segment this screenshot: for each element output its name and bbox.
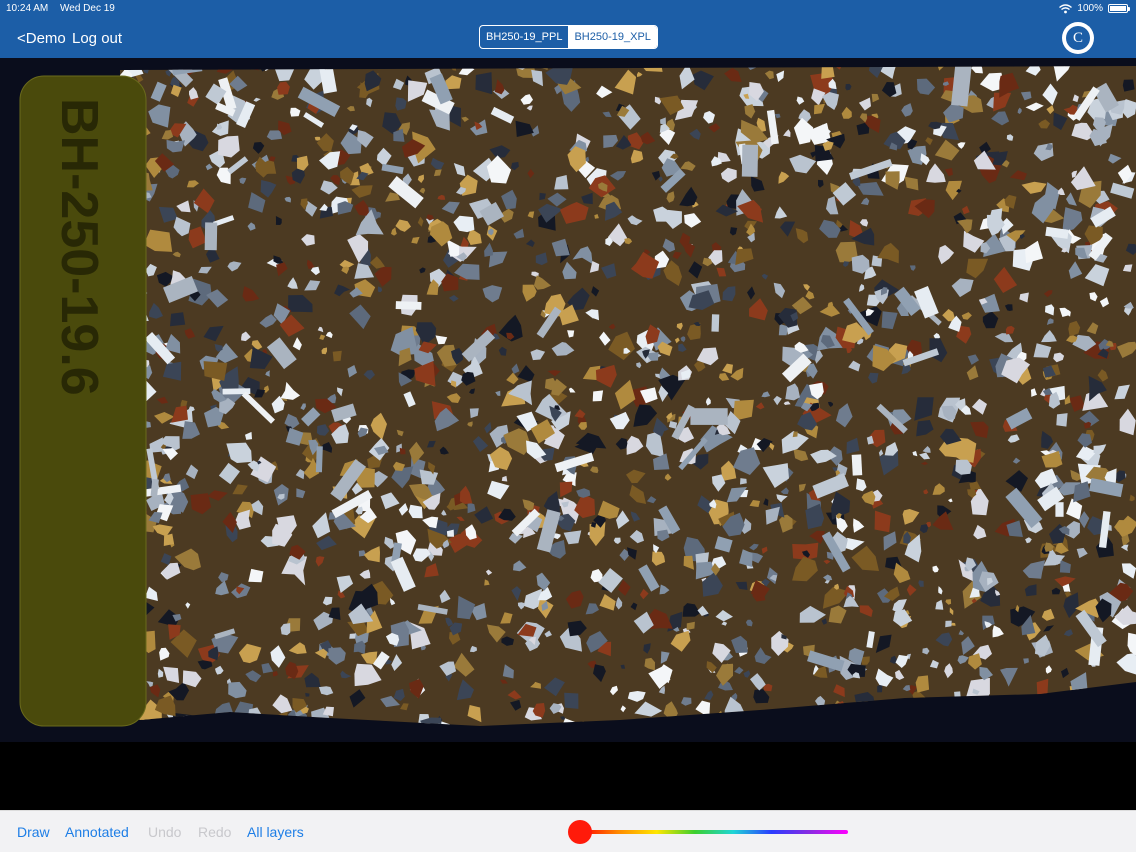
all-layers-button[interactable]: All layers bbox=[247, 824, 304, 840]
status-time: 10:24 AM bbox=[6, 3, 49, 14]
battery-percent: 100% bbox=[1077, 3, 1103, 14]
wifi-icon bbox=[1059, 3, 1073, 13]
bottom-toolbar: Draw Annotated Undo Redo All layers bbox=[0, 810, 1136, 852]
status-bar: 10:24 AM Wed Dec 19 100% bbox=[0, 0, 1136, 18]
slide-label-text: BH-250-19.6 bbox=[50, 98, 108, 396]
logo-letter: C bbox=[1066, 26, 1090, 50]
slide-mode-selector: BH250-19_PPL BH250-19_XPL bbox=[479, 25, 658, 49]
app-logo[interactable]: C bbox=[1062, 22, 1094, 54]
color-slider[interactable] bbox=[568, 819, 858, 845]
color-slider-thumb[interactable] bbox=[568, 820, 592, 844]
segment-ppl[interactable]: BH250-19_PPL bbox=[480, 26, 568, 48]
draw-button[interactable]: Draw bbox=[17, 824, 50, 840]
annotated-button[interactable]: Annotated bbox=[65, 824, 129, 840]
back-demo-link[interactable]: <Demo bbox=[17, 30, 66, 47]
status-date: Wed Dec 19 bbox=[60, 3, 115, 14]
status-right-group: 100% bbox=[1059, 3, 1130, 14]
segment-xpl[interactable]: BH250-19_XPL bbox=[568, 26, 657, 48]
redo-button[interactable]: Redo bbox=[198, 824, 231, 840]
thin-section-viewer[interactable]: BH-250-19.6 bbox=[0, 58, 1136, 742]
color-spectrum-track[interactable] bbox=[580, 830, 848, 834]
thin-section-image[interactable]: BH-250-19.6 bbox=[0, 58, 1136, 742]
viewer-bottom-band bbox=[0, 742, 1136, 810]
logout-link[interactable]: Log out bbox=[72, 30, 122, 47]
battery-icon bbox=[1108, 4, 1130, 13]
undo-button[interactable]: Undo bbox=[148, 824, 181, 840]
nav-bar: <Demo Log out BH250-19_PPL BH250-19_XPL … bbox=[0, 18, 1136, 58]
